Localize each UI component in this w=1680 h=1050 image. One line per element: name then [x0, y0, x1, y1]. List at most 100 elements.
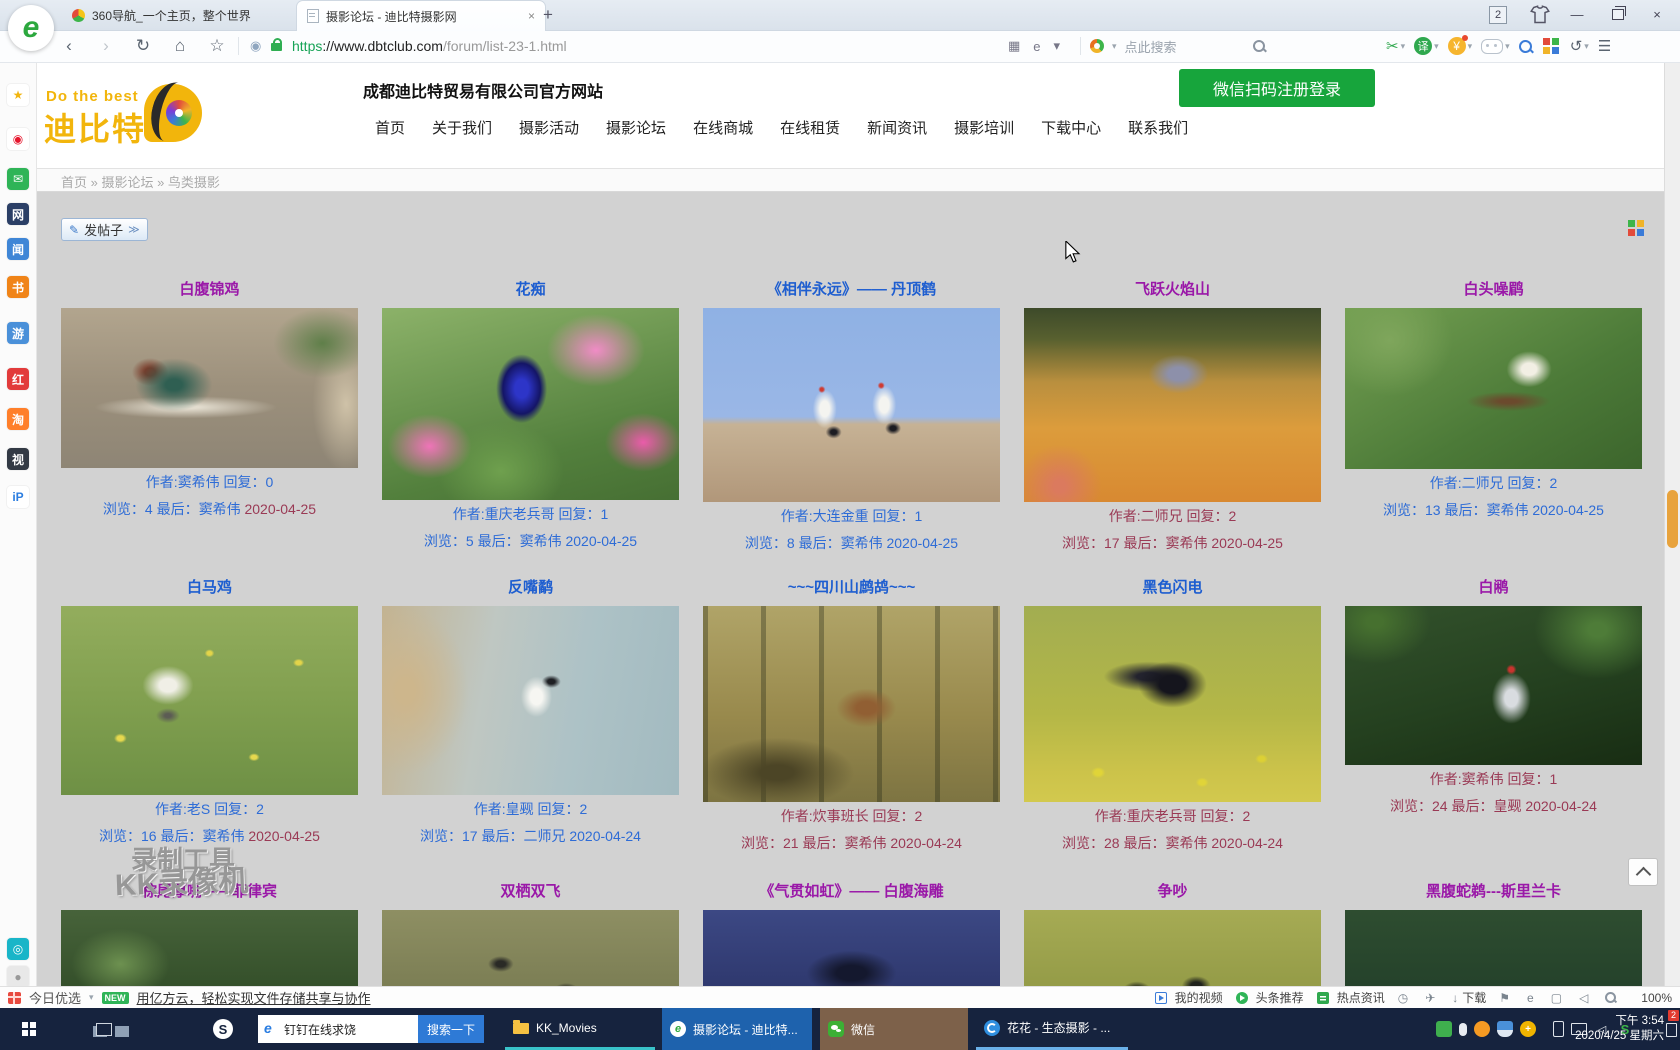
sidebar-icon[interactable]: ✉: [7, 168, 29, 190]
post-title-link[interactable]: 争吵: [1024, 882, 1321, 904]
post-meta-views[interactable]: 浏览：13 最后：窦希伟 2020-04-25: [1345, 498, 1642, 523]
search-engine-icon[interactable]: [1090, 39, 1104, 53]
nav-item[interactable]: 下载中心: [1041, 117, 1101, 138]
post-thumbnail[interactable]: [382, 606, 679, 795]
post-thumbnail[interactable]: [61, 308, 358, 468]
scrollbar-thumb[interactable]: [1667, 490, 1678, 548]
nav-item[interactable]: 摄影培训: [954, 117, 1014, 138]
statusbar-item[interactable]: 热点资讯: [1317, 989, 1385, 1006]
post-meta-views[interactable]: 浏览：24 最后：皇觋 2020-04-24: [1345, 794, 1642, 819]
browser-tab-home[interactable]: 360导航_一个主页，整个世界: [62, 0, 305, 30]
post-meta-author[interactable]: 作者:重庆老兵哥 回复：2: [1024, 804, 1321, 829]
sidebar-icon[interactable]: 网: [7, 203, 29, 225]
promo-title[interactable]: 今日优选: [29, 988, 81, 1007]
toolbar-icon[interactable]: ↻: [134, 36, 152, 56]
taskbar-clock[interactable]: 下午 3:54 2020/4/25 星期六: [1568, 1014, 1664, 1044]
post-meta-author[interactable]: 作者:皇觋 回复：2: [382, 797, 679, 822]
tray-icon[interactable]: [1474, 1021, 1490, 1037]
nav-item[interactable]: 在线租赁: [780, 117, 840, 138]
tray-icon[interactable]: +: [1520, 1021, 1536, 1037]
tray-icon[interactable]: [1436, 1021, 1452, 1037]
nav-item[interactable]: 在线商城: [693, 117, 753, 138]
post-thumbnail[interactable]: [1024, 606, 1321, 802]
post-thumbnail[interactable]: [61, 606, 358, 795]
post-title-link[interactable]: 反嘴鹬: [382, 578, 679, 600]
statusbar-item[interactable]: ⚑: [1499, 991, 1514, 1005]
post-title-link[interactable]: ~~~四川山鹧鸪~~~: [703, 578, 1000, 600]
post-meta-author[interactable]: 作者:二师兄 回复：2: [1024, 504, 1321, 529]
toolbar-extension-icon[interactable]: [1519, 40, 1534, 53]
statusbar-item[interactable]: 我的视频: [1155, 989, 1223, 1006]
start-button[interactable]: [22, 1022, 28, 1028]
post-meta-author[interactable]: 作者:老S 回复：2: [61, 797, 358, 822]
post-title-link[interactable]: 飞跃火焰山: [1024, 280, 1321, 302]
new-tab-button[interactable]: +: [536, 3, 560, 27]
post-title-link[interactable]: 白腹锦鸡: [61, 280, 358, 302]
toolbar-icon[interactable]: ›: [97, 36, 115, 56]
post-title-link[interactable]: 花痴: [382, 280, 679, 302]
tab-close-icon[interactable]: ×: [528, 9, 535, 23]
sidebar-icon[interactable]: 淘: [7, 408, 29, 430]
search-placeholder[interactable]: 点此搜索: [1125, 37, 1233, 56]
statusbar-item[interactable]: ◷: [1398, 991, 1412, 1005]
post-thumbnail[interactable]: [61, 910, 358, 986]
breadcrumb[interactable]: 首页 » 摄影论坛 » 鸟类摄影: [61, 172, 220, 191]
tray-icon[interactable]: [1553, 1021, 1564, 1037]
post-meta-views[interactable]: 浏览：28 最后：窦希伟 2020-04-24: [1024, 831, 1321, 856]
toolbar-icon[interactable]: ‹: [60, 36, 78, 56]
post-thumbnail[interactable]: [1024, 910, 1321, 986]
post-thumbnail[interactable]: [382, 910, 679, 986]
sidebar-icon[interactable]: 视: [7, 448, 29, 470]
post-thumbnail[interactable]: [703, 606, 1000, 802]
taskbar-search[interactable]: e 搜索一下: [258, 1015, 484, 1043]
post-title-link[interactable]: 白马鸡: [61, 578, 358, 600]
site-logo-text[interactable]: 迪比特: [44, 104, 146, 150]
chevron-down-icon[interactable]: ▾: [89, 992, 94, 1003]
taskbar-search-button[interactable]: 搜索一下: [418, 1015, 484, 1043]
statusbar-item[interactable]: ◁: [1579, 991, 1592, 1005]
post-title-link[interactable]: 《相伴永远》—— 丹顶鹤: [703, 280, 1000, 302]
nav-item[interactable]: 摄影活动: [519, 117, 579, 138]
statusbar-item[interactable]: ▢: [1551, 991, 1566, 1005]
post-meta-author[interactable]: 作者:窦希伟 回复：0: [61, 470, 358, 495]
sidebar-icon[interactable]: 游: [7, 322, 29, 344]
post-thumbnail[interactable]: [1345, 308, 1642, 469]
taskbar-s-icon[interactable]: S: [213, 1019, 233, 1039]
corner-widget-icon[interactable]: [1628, 220, 1635, 227]
scrollbar[interactable]: [1664, 62, 1680, 986]
taskbar-window-button[interactable]: 微信: [820, 1008, 968, 1050]
search-box[interactable]: ▾ 点此搜索: [1090, 30, 1233, 62]
post-meta-author[interactable]: 作者:炊事班长 回复：2: [703, 804, 1000, 829]
address-bar-icon[interactable]: ▾: [1054, 38, 1061, 54]
gift-icon[interactable]: [8, 992, 21, 1004]
browser-360-logo[interactable]: e: [8, 5, 54, 51]
wechat-login-button[interactable]: 微信扫码注册登录: [1179, 69, 1375, 107]
post-meta-author[interactable]: 作者:窦希伟 回复：1: [1345, 767, 1642, 792]
post-meta-views[interactable]: 浏览：17 最后：窦希伟 2020-04-25: [1024, 531, 1321, 556]
post-title-link[interactable]: 黑色闪电: [1024, 578, 1321, 600]
sidebar-icon[interactable]: 闻: [7, 238, 29, 260]
minimize-button[interactable]: —: [1560, 0, 1594, 29]
statusbar-item[interactable]: e: [1527, 991, 1538, 1005]
post-meta-author[interactable]: 作者:重庆老兵哥 回复：1: [382, 502, 679, 527]
post-meta-author[interactable]: 作者:大连金重 回复：1: [703, 504, 1000, 529]
post-title-link[interactable]: 双栖双飞: [382, 882, 679, 904]
post-meta-author[interactable]: 作者:二师兄 回复：2: [1345, 471, 1642, 496]
post-thumbnail[interactable]: [703, 308, 1000, 502]
nav-item[interactable]: 摄影论坛: [606, 117, 666, 138]
nav-item[interactable]: 联系我们: [1128, 117, 1188, 138]
nav-item[interactable]: 新闻资讯: [867, 117, 927, 138]
post-meta-views[interactable]: 浏览：8 最后：窦希伟 2020-04-25: [703, 531, 1000, 556]
sidebar-icon[interactable]: ◎: [7, 938, 29, 960]
taskbar-window-button[interactable]: 摄影论坛 - 迪比特...: [662, 1008, 812, 1050]
statusbar-item[interactable]: 100%: [1637, 991, 1672, 1005]
post-title-link[interactable]: 《气贯如虹》—— 白腹海雕: [703, 882, 1000, 904]
toolbar-extension-icon[interactable]: ☰: [1598, 37, 1613, 55]
sidebar-icon[interactable]: iP: [7, 486, 29, 508]
post-title-link[interactable]: 白鹇: [1345, 578, 1642, 600]
site-safety-icon[interactable]: ◉: [250, 30, 261, 62]
post-meta-views[interactable]: 浏览：4 最后：窦希伟 2020-04-25: [61, 497, 358, 522]
notification-center-icon[interactable]: [1666, 1023, 1677, 1037]
address-bar-icon[interactable]: ▦: [1008, 38, 1020, 54]
search-icon[interactable]: [1253, 40, 1265, 52]
